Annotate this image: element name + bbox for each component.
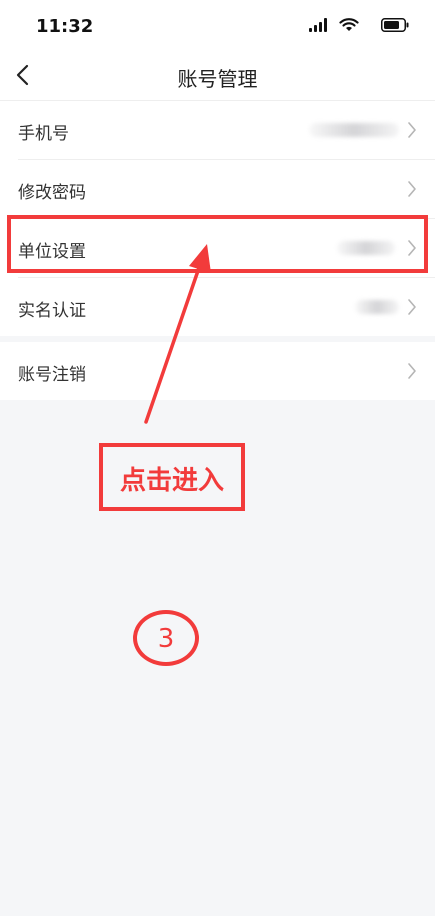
status-bar: 11:32 — [0, 0, 435, 50]
row-label: 实名认证 — [18, 301, 86, 321]
status-icons — [299, 18, 409, 34]
row-real-name-verification[interactable]: 实名认证 — [18, 278, 435, 336]
battery-icon — [381, 18, 409, 32]
wifi-icon — [339, 18, 359, 31]
status-time: 11:32 — [36, 16, 94, 37]
step-number: 3 — [157, 624, 175, 654]
row-phone-number[interactable]: 手机号 — [18, 101, 435, 160]
step-indicator: 3 — [133, 610, 199, 666]
row-cancel-account[interactable]: 账号注销 — [18, 342, 435, 400]
redacted-value — [355, 300, 399, 314]
nav-bar: 账号管理 — [0, 50, 435, 101]
signal-icon — [309, 18, 327, 32]
row-label: 修改密码 — [18, 183, 86, 203]
row-change-password[interactable]: 修改密码 — [18, 160, 435, 219]
page-title: 账号管理 — [177, 67, 258, 91]
row-label: 手机号 — [18, 124, 69, 144]
highlight-box — [7, 215, 428, 273]
row-label: 账号注销 — [18, 365, 86, 385]
redacted-value — [309, 123, 399, 137]
callout-text: 点击进入 — [119, 466, 224, 496]
chevron-right-icon — [408, 363, 416, 379]
chevron-right-icon — [408, 299, 416, 315]
callout-box: 点击进入 — [99, 443, 245, 511]
chevron-right-icon — [408, 181, 416, 197]
chevron-right-icon — [408, 122, 416, 138]
account-cancel-section: 账号注销 — [0, 342, 435, 400]
